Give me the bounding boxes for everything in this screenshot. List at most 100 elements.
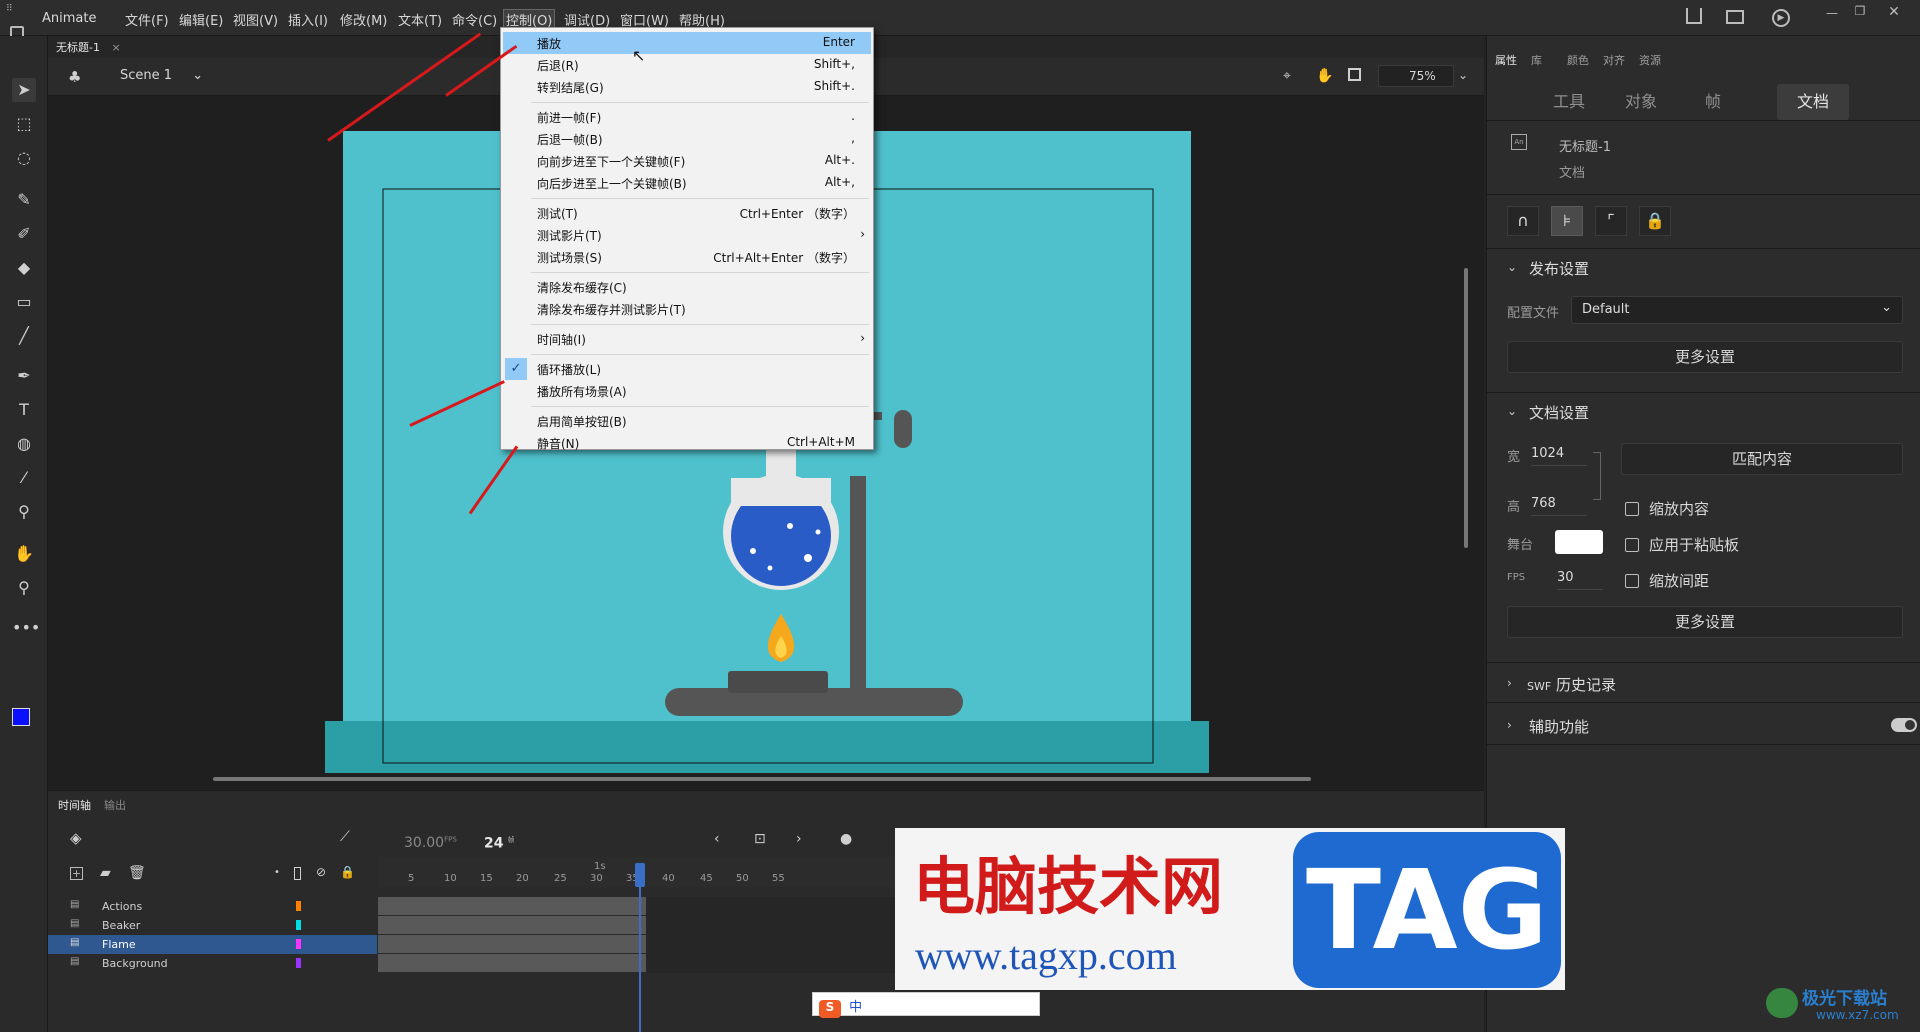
document-settings-title[interactable]: 文档设置 [1529,402,1589,423]
menu-commands[interactable]: 命令(C) [452,10,497,29]
next-frame-icon[interactable]: › [796,831,802,847]
center-stage-icon[interactable]: ⌖ [1283,68,1291,84]
brush-tool-icon[interactable]: ✐ [12,222,36,246]
selection-tool-icon[interactable]: ➤ [12,78,36,102]
layer-row-background[interactable]: ▤ Background [48,954,377,973]
outline-icon[interactable] [294,867,301,880]
edit-symbols-icon[interactable]: ♣ [68,68,81,86]
share-icon[interactable] [1686,8,1702,24]
menu-item-enable-simple-buttons[interactable]: 启用简单按钮(B) [503,410,871,432]
scale-spacing-checkbox[interactable] [1625,574,1639,588]
eraser-tool-icon[interactable]: ◆ [12,256,36,280]
publish-settings-title[interactable]: 发布设置 [1529,258,1589,279]
subtab-object[interactable]: 对象 [1605,84,1677,120]
menu-file[interactable]: 文件(F) [125,10,169,29]
new-folder-icon[interactable]: ▰ [100,865,111,881]
menu-item-step-forward[interactable]: 前进一帧(F). [503,106,871,128]
zoom-dropdown-icon[interactable]: ⌄ [1458,68,1468,82]
test-movie-icon[interactable]: ▶ [1772,9,1790,27]
graph-icon[interactable]: ⟋ [340,829,350,845]
stage-color-swatch[interactable] [1555,530,1603,554]
lasso-tool-icon[interactable]: ◌ [12,146,36,170]
menu-item-clear-cache-test[interactable]: 清除发布缓存并测试影片(T) [503,298,871,320]
accessibility-title[interactable]: 辅助功能 [1529,716,1589,737]
subtab-document[interactable]: 文档 [1777,84,1849,120]
hand-tool-icon[interactable]: ✋ [12,542,36,566]
frame-display[interactable]: 24 帧 [484,835,514,852]
menu-item-next-keyframe[interactable]: 向前步进至下一个关键帧(F) Alt+. [503,150,871,172]
line-tool-icon[interactable]: ╱ [12,324,36,348]
frame-span[interactable] [378,916,646,934]
menu-text[interactable]: 文本(T) [398,10,442,29]
apply-pasteboard-checkbox[interactable] [1625,538,1639,552]
layer-row-actions[interactable]: ▤ Actions [48,897,377,916]
menu-item-test-scene[interactable]: 测试场景(S) Ctrl+Alt+Enter （数字） [503,246,871,268]
subtab-tool[interactable]: 工具 [1533,84,1605,120]
menu-modify[interactable]: 修改(M) [340,10,387,29]
tab-properties[interactable]: 属性 [1495,52,1517,68]
text-tool-icon[interactable]: T [12,398,36,422]
camera-icon[interactable]: ✋ [1316,68,1333,84]
document-more-settings-button[interactable]: 更多设置 [1507,606,1903,638]
lock-guides-icon[interactable]: 🔒 [1639,206,1671,236]
menu-insert[interactable]: 插入(I) [288,10,328,29]
chevron-down-icon[interactable]: ⌄ [1507,404,1517,418]
accessibility-toggle[interactable] [1891,718,1917,732]
menu-item-test-movie[interactable]: 测试影片(T) › [503,224,871,246]
insert-keyframe-icon[interactable]: ⊡ [754,831,766,847]
tab-color[interactable]: 颜色 [1567,52,1589,68]
match-contents-button[interactable]: 匹配内容 [1621,443,1903,475]
pin-tool-icon[interactable]: ⚲ [12,500,36,524]
publish-more-settings-button[interactable]: 更多设置 [1507,341,1903,373]
restore-icon[interactable]: ❐ [1850,4,1870,20]
frame-span[interactable] [378,954,646,972]
subtab-frame[interactable]: 帧 [1677,84,1749,120]
eyedropper-tool-icon[interactable]: ⁄ [12,466,36,490]
scale-content-checkbox[interactable] [1625,502,1639,516]
rulers-icon[interactable]: ⌜ [1595,206,1627,236]
playhead[interactable] [639,863,641,1032]
pen-tool-icon[interactable]: ✒ [12,364,36,388]
app-logo-icon[interactable]: ⠿ [6,4,20,16]
highlight-layer-icon[interactable]: • [274,867,280,878]
chevron-right-icon[interactable]: › [1507,676,1512,690]
fps-display[interactable]: 30.00FPS [404,835,457,851]
frame-span[interactable] [378,897,646,915]
align-icon[interactable]: ⊧ [1551,206,1583,236]
chevron-right-icon[interactable]: › [1507,718,1512,732]
output-tab[interactable]: 输出 [104,797,126,813]
menu-view[interactable]: 视图(V) [233,10,278,29]
prev-frame-icon[interactable]: ‹ [714,831,720,847]
lock-icon[interactable]: 🔒 [340,865,355,879]
menu-edit[interactable]: 编辑(E) [179,10,223,29]
onion-skin-icon[interactable]: ● [840,831,852,847]
visibility-icon[interactable]: ⊘ [316,865,326,879]
menu-item-timeline[interactable]: 时间轴(I) › [503,328,871,350]
close-tab-icon[interactable]: × [111,41,120,54]
paint-bucket-tool-icon[interactable]: ◍ [12,432,36,456]
fps-value[interactable]: 30 [1557,570,1603,590]
menu-item-loop-playback[interactable]: ✓ 循环播放(L) [503,358,871,380]
layer-row-flame[interactable]: ▤ Flame [48,935,377,954]
menu-item-mute[interactable]: 静音(N) Ctrl+Alt+M [503,432,871,451]
playhead-handle[interactable] [635,863,645,887]
menu-item-rewind[interactable]: 后退(R) Shift+, [503,54,871,76]
frame-span[interactable] [378,935,646,953]
more-tools-icon[interactable]: ••• [12,616,40,640]
swf-history-title[interactable]: SWF 历史记录 [1527,674,1616,695]
scene-selector[interactable]: Scene 1 ⌄ [120,68,203,83]
delete-layer-icon[interactable]: 🗑 [128,865,146,881]
timeline-tab[interactable]: 时间轴 [58,797,91,813]
rectangle-tool-icon[interactable]: ▭ [12,290,36,314]
snap-icon[interactable]: ∩ [1507,206,1539,236]
close-icon[interactable]: ✕ [1884,4,1904,20]
tab-align[interactable]: 对齐 [1603,52,1625,68]
free-transform-tool-icon[interactable]: ⬚ [12,112,36,136]
new-layer-icon[interactable]: + [70,867,83,880]
clip-stage-icon[interactable] [1348,68,1361,81]
chevron-down-icon[interactable]: ⌄ [1507,260,1517,274]
document-tab[interactable]: 无标题-1 × [56,39,121,57]
menu-item-test[interactable]: 测试(T) Ctrl+Enter （数字） [503,202,871,224]
width-value[interactable]: 1024 [1531,446,1587,466]
layer-row-beaker[interactable]: ▤ Beaker [48,916,377,935]
